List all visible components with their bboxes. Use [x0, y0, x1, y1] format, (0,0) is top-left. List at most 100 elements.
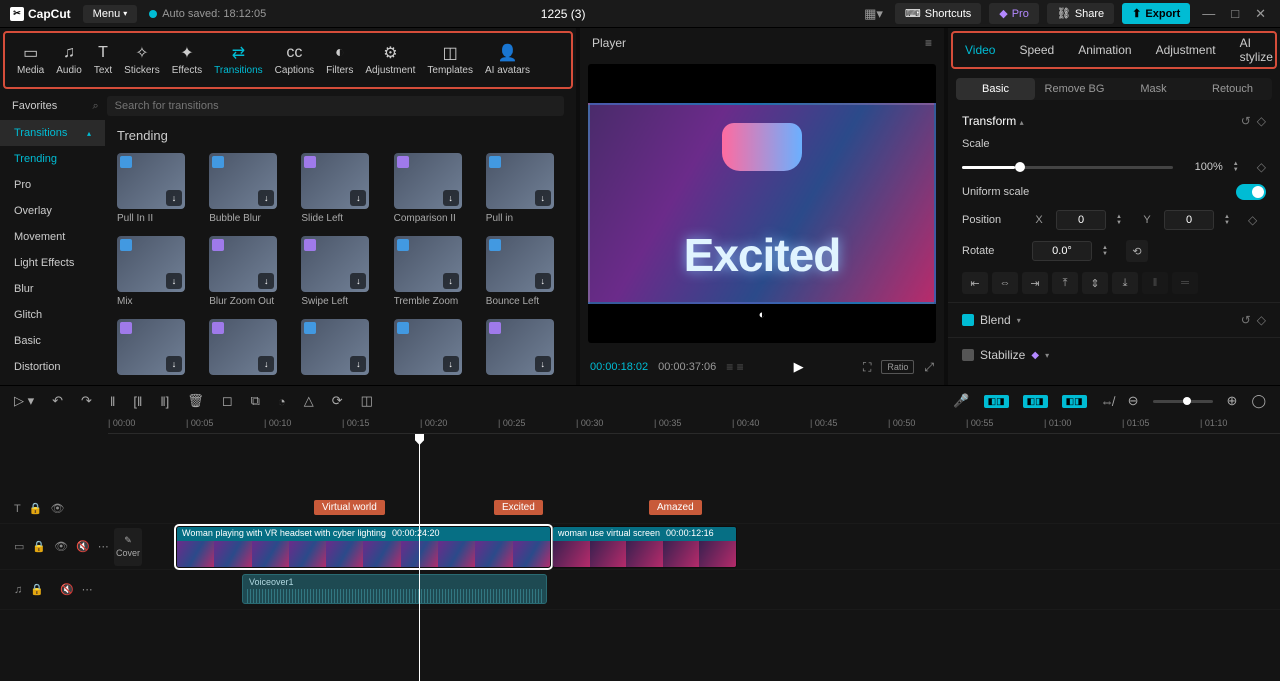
- align-right-icon[interactable]: ⇥: [1022, 272, 1048, 294]
- reset-icon[interactable]: ↺: [1241, 114, 1251, 128]
- tool-captions[interactable]: ccCaptions: [269, 40, 320, 80]
- text-clip[interactable]: Amazed: [649, 500, 702, 515]
- eye-icon[interactable]: 👁: [54, 540, 68, 553]
- subtab-basic[interactable]: Basic: [956, 78, 1035, 100]
- playhead[interactable]: [419, 434, 420, 681]
- rotate-spinner[interactable]: ▲▼: [1102, 245, 1116, 257]
- transition-thumb[interactable]: ↓Mix: [117, 236, 195, 307]
- blend-checkbox[interactable]: [962, 314, 974, 326]
- keyframe-icon[interactable]: ◇: [1257, 160, 1266, 174]
- mic-icon[interactable]: 🎤: [953, 393, 969, 409]
- stabilize-checkbox[interactable]: [962, 349, 974, 361]
- fit-icon[interactable]: ◯: [1251, 393, 1266, 409]
- list-icon[interactable]: ≡ ≡: [726, 360, 743, 374]
- distribute-h-icon[interactable]: ‖: [1142, 272, 1168, 294]
- x-spinner[interactable]: ▲▼: [1116, 214, 1130, 226]
- uniform-scale-toggle[interactable]: [1236, 184, 1266, 200]
- subtab-mask[interactable]: Mask: [1114, 78, 1193, 100]
- snap-toggle-icon[interactable]: ◧◨: [1023, 395, 1048, 408]
- more-icon[interactable]: ⋯: [82, 583, 93, 596]
- play-button[interactable]: ▶: [794, 359, 804, 375]
- export-button[interactable]: ⬆ Export: [1122, 3, 1190, 24]
- snap-main-icon[interactable]: ◧◨: [984, 395, 1009, 408]
- lock-icon[interactable]: 🔒: [30, 583, 44, 596]
- rotate-icon[interactable]: ⟳: [332, 393, 343, 409]
- tool-ai-avatars[interactable]: 👤AI avatars: [479, 40, 536, 80]
- tool-templates[interactable]: ◫Templates: [421, 40, 479, 80]
- subtab-retouch[interactable]: Retouch: [1193, 78, 1272, 100]
- align-bottom-icon[interactable]: ⤓: [1112, 272, 1138, 294]
- zoom-slider[interactable]: [1153, 400, 1213, 403]
- tab-ai-stylize[interactable]: AI stylize: [1228, 36, 1280, 64]
- group-icon[interactable]: ⧉: [251, 393, 260, 409]
- transition-thumb[interactable]: ↓Slide Left: [301, 153, 379, 224]
- lock-icon[interactable]: 🔒: [29, 502, 43, 515]
- category-pro[interactable]: Pro: [0, 172, 105, 198]
- redo-icon[interactable]: ↷: [81, 393, 92, 409]
- more-icon[interactable]: ⋯: [98, 540, 109, 553]
- timeline-ruler[interactable]: | 00:00| 00:05| 00:10| 00:15| 00:20| 00:…: [108, 416, 1280, 434]
- scale-slider[interactable]: [962, 166, 1173, 169]
- search-input[interactable]: [107, 96, 564, 116]
- keyframe-icon[interactable]: ◇: [1248, 213, 1257, 227]
- tab-adjustment[interactable]: Adjustment: [1144, 43, 1228, 57]
- category-slide[interactable]: Slide: [0, 380, 105, 385]
- category-light-effects[interactable]: Light Effects: [0, 250, 105, 276]
- align-top-icon[interactable]: ⤒: [1052, 272, 1078, 294]
- align-left-icon[interactable]: ⇤: [962, 272, 988, 294]
- distribute-v-icon[interactable]: ═: [1172, 272, 1198, 294]
- tab-speed[interactable]: Speed: [1007, 43, 1066, 57]
- transition-thumb[interactable]: ↓Swipe Left: [301, 236, 379, 307]
- category-glitch[interactable]: Glitch: [0, 302, 105, 328]
- text-clip[interactable]: Virtual world: [314, 500, 385, 515]
- transition-thumb[interactable]: ↓: [209, 319, 287, 379]
- subtab-remove-bg[interactable]: Remove BG: [1035, 78, 1114, 100]
- reset-icon[interactable]: ↺: [1241, 313, 1251, 327]
- pro-button[interactable]: ◆ Pro: [989, 3, 1039, 24]
- fullscreen-icon[interactable]: ⤢: [924, 360, 934, 375]
- transition-thumb[interactable]: ↓: [486, 319, 564, 379]
- select-tool-icon[interactable]: ▷ ▾: [14, 393, 34, 409]
- close-icon[interactable]: ✕: [1251, 6, 1270, 22]
- tab-video[interactable]: Video: [953, 43, 1007, 57]
- transform-title[interactable]: Transform ▴: [962, 114, 1024, 128]
- align-center-v-icon[interactable]: ⇕: [1082, 272, 1108, 294]
- shortcuts-button[interactable]: ⌨ Shortcuts: [895, 3, 981, 24]
- transition-thumb[interactable]: ↓Comparison II: [394, 153, 472, 224]
- tool-audio[interactable]: ♫Audio: [50, 40, 88, 80]
- player-viewport[interactable]: Excited ◐: [588, 64, 936, 343]
- position-y-input[interactable]: [1164, 210, 1214, 230]
- transition-thumb[interactable]: ↓Blur Zoom Out: [209, 236, 287, 307]
- category-basic[interactable]: Basic: [0, 328, 105, 354]
- tool-filters[interactable]: ◐Filters: [320, 40, 359, 80]
- keyframe-icon[interactable]: ◇: [1257, 114, 1266, 128]
- category-distortion[interactable]: Distortion: [0, 354, 105, 380]
- lock-icon[interactable]: 🔒: [32, 540, 46, 553]
- split-icon[interactable]: ‖: [110, 394, 115, 409]
- tool-stickers[interactable]: ✧Stickers: [118, 40, 166, 80]
- link-icon[interactable]: ⇎: [1101, 394, 1114, 409]
- transition-thumb[interactable]: ↓Pull In II: [117, 153, 195, 224]
- trim-right-icon[interactable]: ‖]: [160, 394, 169, 409]
- transition-thumb[interactable]: ↓Bubble Blur: [209, 153, 287, 224]
- tool-transitions[interactable]: ⇄Transitions: [208, 40, 269, 80]
- y-spinner[interactable]: ▲▼: [1224, 214, 1238, 226]
- undo-icon[interactable]: ↶: [52, 393, 63, 409]
- audio-clip[interactable]: Voiceover1: [242, 574, 547, 604]
- ratio-button[interactable]: Ratio: [881, 360, 914, 374]
- transition-thumb[interactable]: ↓Bounce Left: [486, 236, 564, 307]
- category-movement[interactable]: Movement: [0, 224, 105, 250]
- align-center-h-icon[interactable]: ⇔: [992, 272, 1018, 294]
- transition-thumb[interactable]: ↓: [301, 319, 379, 379]
- video-clip[interactable]: Woman playing with VR headset with cyber…: [176, 526, 551, 568]
- position-x-input[interactable]: [1056, 210, 1106, 230]
- maximize-icon[interactable]: □: [1227, 6, 1243, 21]
- mute-icon[interactable]: 🔇: [60, 583, 74, 596]
- eye-icon[interactable]: 👁: [50, 502, 64, 515]
- category-overlay[interactable]: Overlay: [0, 198, 105, 224]
- trim-left-icon[interactable]: [‖: [133, 394, 142, 409]
- zoom-out-icon[interactable]: ⊖: [1128, 393, 1139, 409]
- scale-spinner[interactable]: ▲▼: [1233, 161, 1247, 173]
- player-menu-icon[interactable]: ≡: [925, 36, 932, 50]
- stabilize-label[interactable]: Stabilize: [980, 348, 1025, 362]
